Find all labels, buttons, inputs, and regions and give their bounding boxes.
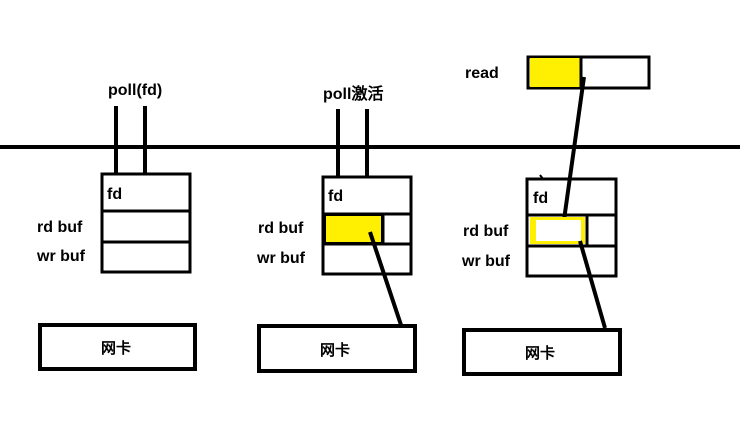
fd-label: fd <box>328 188 343 205</box>
wr-buf-cell <box>321 242 413 276</box>
wr-buf-label: wr buf <box>461 253 511 270</box>
fd-label: fd <box>107 186 122 203</box>
wr-buf-cell <box>100 240 192 274</box>
nic-to-rdbuf-arrow <box>368 231 403 326</box>
fd-label: fd <box>533 190 548 207</box>
user-buffer-data-highlight <box>530 58 580 87</box>
nic-label: 网卡 <box>320 341 350 359</box>
panel-2: poll激活 fd rd buf wr buf 网卡 <box>256 84 417 373</box>
panel-1: poll(fd) fd rd buf wr buf 网卡 <box>36 82 197 371</box>
rd-buf-label: rd buf <box>258 220 304 237</box>
poll-activate-label: poll激活 <box>323 84 383 103</box>
rd-buf-label: rd buf <box>37 219 83 236</box>
wr-buf-cell <box>525 244 618 278</box>
poll-diagram: poll(fd) fd rd buf wr buf 网卡 poll激活 fd r… <box>0 55 740 376</box>
nic-label: 网卡 <box>101 339 131 357</box>
rd-buf-emptied-inner <box>536 220 581 241</box>
wr-buf-label: wr buf <box>36 248 86 265</box>
nic-label: 网卡 <box>525 344 555 362</box>
wr-buf-label: wr buf <box>256 250 306 267</box>
rd-buf-label: rd buf <box>463 223 509 240</box>
rd-buf-cell <box>100 209 192 244</box>
nic-to-rdbuf-line <box>578 240 607 329</box>
poll-fd-label: poll(fd) <box>108 82 162 99</box>
read-label: read <box>465 65 499 82</box>
panel-3: read fd rd buf wr buf 网卡 <box>461 55 651 376</box>
